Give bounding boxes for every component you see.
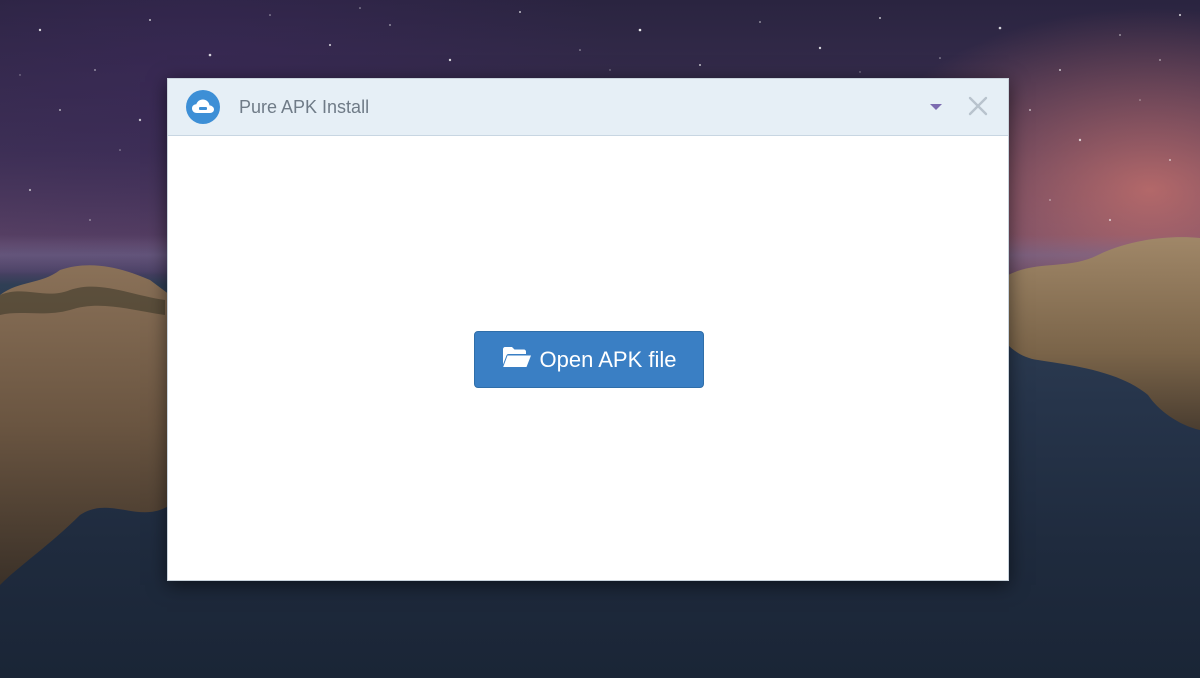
folder-open-icon [502, 346, 532, 373]
main-content: Open APK file [168, 136, 1008, 580]
close-button[interactable] [965, 95, 991, 121]
close-icon [967, 95, 989, 122]
desktop-wallpaper: Pure APK Install Open APK file [0, 0, 1200, 678]
window-title: Pure APK Install [239, 97, 370, 117]
caret-down-icon [929, 98, 943, 116]
open-apk-file-label: Open APK file [539, 346, 677, 372]
open-apk-file-button[interactable]: Open APK file [474, 331, 704, 388]
cloud-icon [186, 90, 220, 124]
title-bar[interactable]: Pure APK Install [168, 79, 1008, 136]
menu-button[interactable] [924, 96, 948, 118]
app-window: Pure APK Install Open APK file [167, 78, 1009, 581]
left-rock-formation [0, 265, 170, 585]
right-rock-formation [1008, 237, 1200, 430]
